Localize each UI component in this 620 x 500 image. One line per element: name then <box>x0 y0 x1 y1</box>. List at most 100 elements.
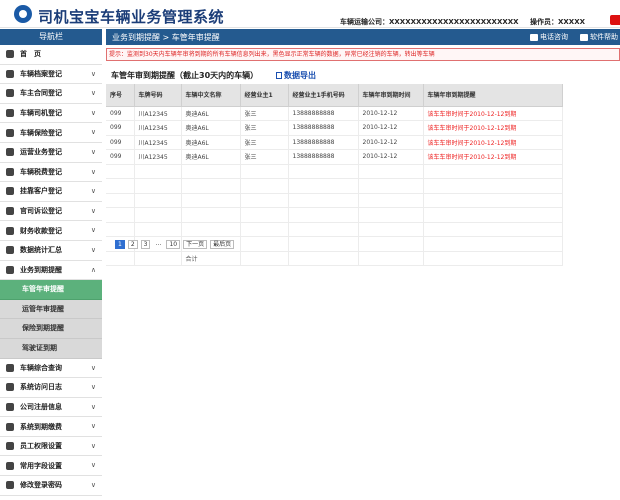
chevron-down-icon: ∨ <box>90 363 96 372</box>
table-cell: 张三 <box>240 120 289 136</box>
table-row[interactable]: 099 川A12345 奥迪A6L 张三 13888888888 2010-12… <box>106 149 563 165</box>
page-button-3[interactable]: 3 <box>140 240 151 249</box>
chevron-down-icon: ∨ <box>90 187 96 196</box>
chevron-down-icon: ∨ <box>90 167 96 176</box>
column-header[interactable]: 经营业主1 <box>240 84 289 107</box>
table-cell: 张三 <box>240 149 289 165</box>
table-cell: 2010-12-12 <box>358 149 424 165</box>
sidebar-item-password[interactable]: 修改登录密码 ∨ <box>0 476 102 496</box>
client-icon <box>6 187 14 196</box>
table-row-empty <box>106 222 563 237</box>
chevron-down-icon: ∨ <box>90 128 96 137</box>
export-button[interactable]: 数据导出 <box>276 70 316 81</box>
sidebar-item-vehicle-archive[interactable]: 车辆档案登记 ∨ <box>0 65 102 85</box>
reminder-table: 序号 车牌号码 车辆中文名称 经营业主1 经营业主1手机号码 车辆年审到期时间 … <box>106 84 563 266</box>
page-button-1[interactable]: 1 <box>115 240 125 249</box>
company-icon <box>6 402 14 411</box>
sidebar-top-group: 首 页 车辆档案登记 ∨ 车主合同登记 ∨ 车辆司机登记 ∨ 车辆保险登记 ∨ 运营业务… <box>0 45 102 281</box>
table-cell: 13888888888 <box>288 149 359 165</box>
phone-icon <box>530 33 538 41</box>
permission-icon <box>6 442 14 451</box>
table-cell: 13888888888 <box>288 135 359 150</box>
chevron-down-icon: ∨ <box>90 441 96 450</box>
payment-icon <box>6 422 14 431</box>
sidebar-item-access-log[interactable]: 系统访问日志 ∨ <box>0 378 102 398</box>
sidebar: 首 页 车辆档案登记 ∨ 车主合同登记 ∨ 车辆司机登记 ∨ 车辆保险登记 ∨ 运营业务… <box>0 45 102 500</box>
sidebar-item-company-info[interactable]: 公司注册信息 ∨ <box>0 398 102 418</box>
sidebar-bottom-group: 车辆综合查询 ∨ 系统访问日志 ∨ 公司注册信息 ∨ 系统到期缴费 ∨ 员工权限设置 ∨ … <box>0 359 102 496</box>
chevron-down-icon: ∨ <box>90 108 96 117</box>
monitor-icon <box>6 148 14 157</box>
software-help-button[interactable]: 软件帮助 <box>580 32 618 42</box>
last-page-button[interactable]: 最后页 <box>210 240 235 249</box>
table-cell: 099 <box>106 120 135 136</box>
column-header[interactable]: 经营业主1手机号码 <box>288 84 359 107</box>
table-cell-alert: 该车车审时间于2010-12-12到期 <box>423 135 563 150</box>
sidebar-item-lawsuit[interactable]: 官司诉讼登记 ∨ <box>0 202 102 222</box>
column-header[interactable]: 序号 <box>106 84 135 107</box>
table-cell: 奥迪A6L <box>181 135 241 150</box>
table-row-empty <box>106 193 563 208</box>
sidebar-item-fields[interactable]: 常用字段设置 ∨ <box>0 456 102 477</box>
sidebar-item-home[interactable]: 首 页 <box>0 45 102 65</box>
chevron-down-icon: ∨ <box>90 245 96 254</box>
lawsuit-icon <box>6 207 14 216</box>
chevron-down-icon: ∨ <box>90 206 96 215</box>
insurance-icon <box>6 128 14 137</box>
sidebar-subitem-vehicle-annual[interactable]: 车管年审提醒 <box>0 280 102 300</box>
table-cell: 张三 <box>240 106 289 121</box>
sidebar-item-tax[interactable]: 车辆税费登记 ∨ <box>0 163 102 183</box>
table-cell: 13888888888 <box>288 120 359 136</box>
sidebar-item-owner-contract[interactable]: 车主合同登记 ∨ <box>0 84 102 104</box>
finance-icon <box>6 226 14 235</box>
column-header[interactable]: 车辆中文名称 <box>181 84 241 107</box>
sidebar-item-stats[interactable]: 数据统计汇总 ∨ <box>0 241 102 261</box>
table-row[interactable]: 099 川A12345 奥迪A6L 张三 13888888888 2010-12… <box>106 106 563 121</box>
sidebar-subitem-insurance-expiry[interactable]: 保险到期提醒 <box>0 319 102 339</box>
app-window: 司机宝宝车辆业务管理系统 车辆运输公司：XXXXXXXXXXXXXXXXXXXX… <box>0 0 620 500</box>
column-header[interactable]: 车牌号码 <box>134 84 182 107</box>
sidebar-item-operation[interactable]: 运营业务登记 ∨ <box>0 143 102 163</box>
table-cell: 川A12345 <box>134 106 182 121</box>
table-cell: 张三 <box>240 135 289 150</box>
column-header[interactable]: 车辆年审到期提醒 <box>423 84 563 107</box>
sidebar-subitem-transport-annual[interactable]: 运管年审提醒 <box>0 299 102 320</box>
exit-button[interactable] <box>610 15 620 25</box>
chevron-down-icon: ∨ <box>90 383 96 392</box>
next-page-button[interactable]: 下一页 <box>183 240 208 249</box>
table-cell-alert: 该车车审时间于2010-12-12到期 <box>423 120 563 136</box>
chevron-down-icon: ∨ <box>90 402 96 411</box>
help-icon <box>580 33 588 41</box>
phone-consult-button[interactable]: 电话咨询 <box>530 32 568 42</box>
stats-icon <box>6 246 14 255</box>
sidebar-item-permission[interactable]: 员工权限设置 ∨ <box>0 437 102 457</box>
sidebar-item-finance[interactable]: 财务收款登记 ∨ <box>0 221 102 241</box>
chevron-down-icon: ∨ <box>90 481 96 490</box>
table-cell: 2010-12-12 <box>358 106 424 121</box>
chevron-down-icon: ∨ <box>90 461 96 470</box>
sidebar-subitem-license-expiry[interactable]: 驾驶证到期 <box>0 338 102 359</box>
column-header[interactable]: 车辆年审到期时间 <box>358 84 424 107</box>
table-row-empty <box>106 178 563 194</box>
sidebar-item-driver[interactable]: 车辆司机登记 ∨ <box>0 104 102 124</box>
table-cell: 奥迪A6L <box>181 120 241 136</box>
table-row[interactable]: 099 川A12345 奥迪A6L 张三 13888888888 2010-12… <box>106 135 563 150</box>
table-row-empty <box>106 207 563 223</box>
total-label: 合计 <box>181 251 241 266</box>
log-icon <box>6 383 14 392</box>
sidebar-item-client[interactable]: 挂靠客户登记 ∨ <box>0 182 102 202</box>
page-button-10[interactable]: 10 <box>166 240 181 249</box>
sidebar-item-query[interactable]: 车辆综合查询 ∨ <box>0 359 102 379</box>
tax-icon <box>6 167 14 176</box>
table-cell-alert: 该车车审时间于2010-12-12到期 <box>423 106 563 121</box>
table-cell: 2010-12-12 <box>358 120 424 136</box>
chevron-down-icon: ∨ <box>90 69 96 78</box>
sidebar-item-insurance[interactable]: 车辆保险登记 ∨ <box>0 123 102 143</box>
table-cell: 099 <box>106 135 135 150</box>
page-button-2[interactable]: 2 <box>127 240 138 249</box>
driver-icon <box>6 109 14 118</box>
table-row[interactable]: 099 川A12345 奥迪A6L 张三 13888888888 2010-12… <box>106 120 563 136</box>
sidebar-item-payment[interactable]: 系统到期缴费 ∨ <box>0 417 102 437</box>
sidebar-item-reminder[interactable]: 业务到期提醒 ∧ <box>0 261 102 281</box>
table-cell: 099 <box>106 106 135 121</box>
